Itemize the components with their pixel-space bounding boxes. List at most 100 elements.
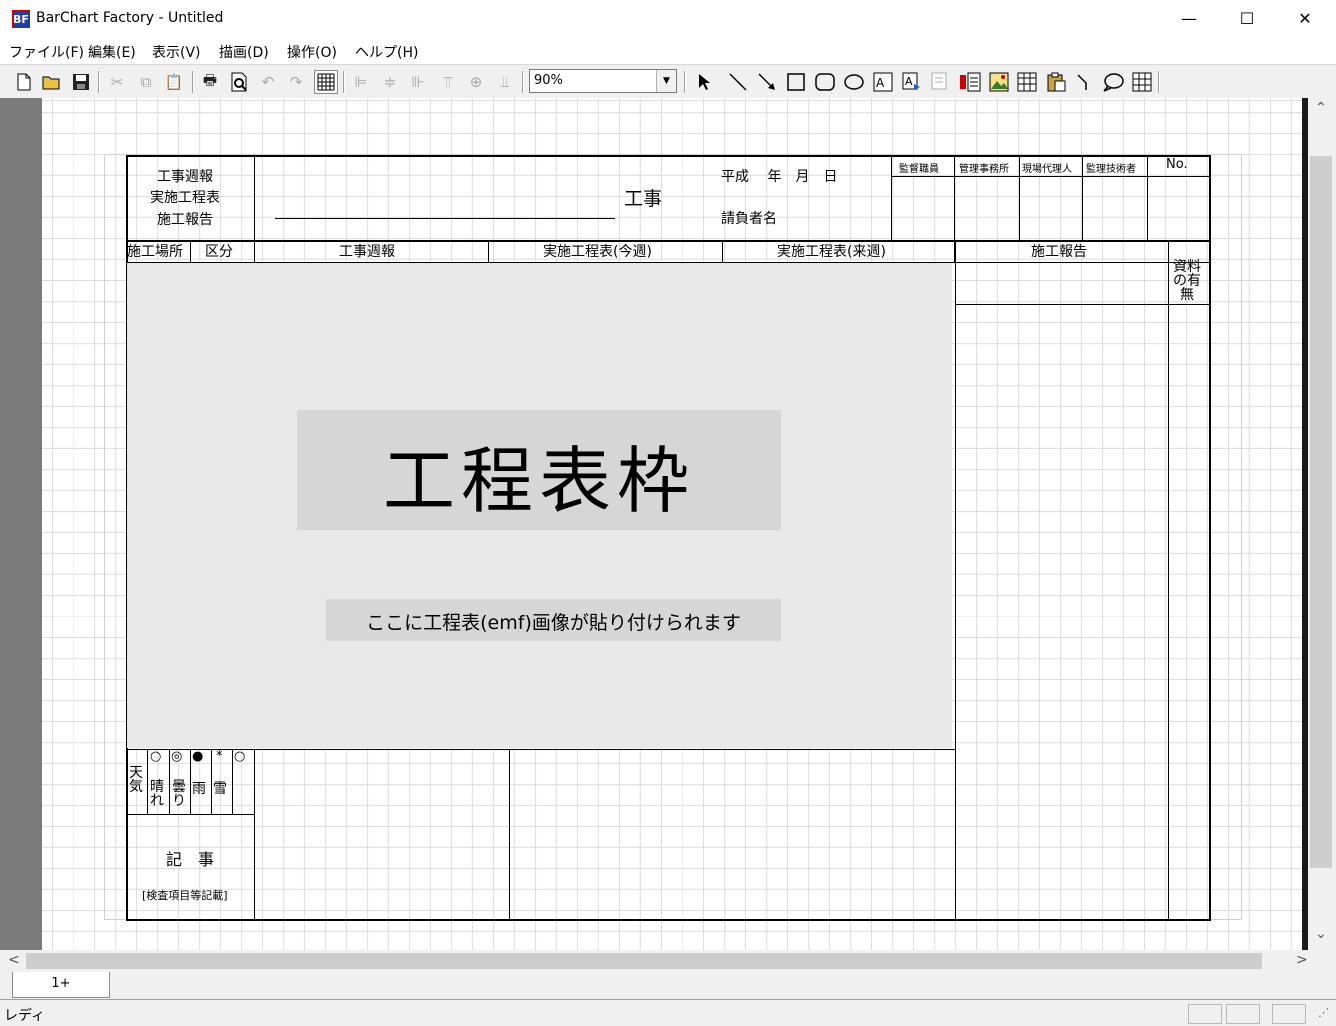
menu-file[interactable]: ファイル(F) [9,42,84,62]
form-line [190,241,191,263]
tab-sheet-1[interactable]: 1+ [12,972,110,998]
horizontal-scrollbar[interactable]: < > [0,950,1308,972]
svg-text:A: A [905,75,913,88]
print-icon[interactable]: 🖶 [198,70,222,94]
sheet-tab-strip: 1+ [0,972,1336,1000]
connector-tool-icon[interactable] [1073,70,1097,94]
zoom-value: 90% [534,73,563,88]
menu-draw[interactable]: 描画(D) [219,42,269,62]
copy-icon[interactable]: ⧉ [134,70,158,94]
scroll-down-icon[interactable]: ⌄ [1315,926,1327,942]
ellipse-tool-icon[interactable] [842,70,866,94]
form-line [509,749,510,921]
emf-placeholder-area[interactable]: 工程表枠 ここに工程表(emf)画像が貼り付けられます [127,263,952,748]
rounded-rect-tool-icon[interactable] [813,70,837,94]
form-line [127,749,956,750]
paste-icon[interactable]: 📋 [162,70,186,94]
select-pointer-icon[interactable] [692,70,716,94]
form-line [955,241,956,921]
text-box-icon[interactable]: A [871,70,895,94]
weather-label: 天気 [129,765,143,795]
undo-icon[interactable]: ↶ [256,70,280,94]
chart-insert-icon[interactable] [958,70,982,94]
align-bottom-icon[interactable]: ⫫ [493,70,517,94]
open-folder-icon[interactable] [40,70,64,94]
text-export-icon[interactable] [929,70,953,94]
status-pane [1188,1004,1222,1024]
menu-edit[interactable]: 編集(E) [88,42,136,62]
document-canvas[interactable]: 工事週報 実施工程表 施工報告 工事 平成 年 月 日 請負者名 監督職員 管理… [42,98,1302,950]
col-location: 施工場所 [127,244,183,260]
maximize-button[interactable]: ☐ [1218,0,1276,38]
menu-operate[interactable]: 操作(O) [287,42,337,62]
emf-subtitle-box: ここに工程表(emf)画像が貼り付けられます [326,599,781,641]
stamp-office: 管理事務所 [959,164,1009,175]
emf-subtitle: ここに工程表(emf)画像が貼り付けられます [366,612,741,634]
menu-view[interactable]: 表示(V) [152,42,201,62]
scroll-left-icon[interactable]: < [8,952,20,968]
koji-underline [275,218,615,219]
weather-rain: 雨 [192,781,206,797]
form-line [488,241,489,263]
status-pane [1272,1004,1306,1024]
status-bar: レディ ⋰ [0,1000,1336,1026]
callout-tool-icon[interactable] [1101,70,1125,94]
form-title-line1: 工事週報 [157,169,213,185]
table-insert-icon[interactable] [1015,70,1039,94]
save-icon[interactable] [69,70,93,94]
align-middle-icon[interactable]: ⊕ [464,70,488,94]
close-button[interactable]: ✕ [1276,0,1334,38]
scroll-up-icon[interactable]: ⌃ [1315,100,1327,116]
image-insert-icon[interactable] [987,70,1011,94]
grid-toggle-icon[interactable] [314,70,338,94]
redo-icon[interactable]: ↷ [284,70,308,94]
stamp-engineer: 監理技術者 [1086,164,1136,175]
number-label: No. [1166,157,1188,172]
cut-icon[interactable]: ✂ [105,70,129,94]
minimize-button[interactable]: — [1160,0,1218,38]
form-line [211,749,212,814]
rectangle-tool-icon[interactable] [784,70,808,94]
col-category: 区分 [205,244,233,260]
form-border-bottom [127,919,1211,921]
print-preview-icon[interactable] [227,70,251,94]
weather-sunny: 晴れ [150,779,164,809]
col-materials-3: 無 [1180,287,1194,303]
left-margin-strip [0,98,42,950]
toolbar-separator [192,71,194,93]
weather-symbol-cloudy: ◎ [171,749,183,764]
vertical-scrollbar[interactable]: ⌃ ⌄ [1308,98,1336,950]
menu-help[interactable]: ヘルプ(H) [355,42,418,62]
resize-grip-icon[interactable]: ⋰ [1318,1006,1329,1019]
horizontal-scroll-thumb[interactable] [26,953,1262,969]
text-import-icon[interactable]: A [900,70,924,94]
stamp-supervisor: 監督職員 [899,164,939,175]
align-top-icon[interactable]: ⫪ [436,70,460,94]
form-line [891,176,1210,177]
line-tool-icon[interactable] [726,70,750,94]
align-right-icon[interactable]: ⊪ [406,70,430,94]
form-line [127,814,255,815]
clipboard-paste-icon[interactable] [1044,70,1068,94]
scroll-right-icon[interactable]: > [1296,952,1308,968]
arrow-tool-icon[interactable] [755,70,779,94]
align-left-icon[interactable]: ⊫ [349,70,373,94]
form-line [1019,155,1020,241]
stamp-site-agent: 現場代理人 [1022,164,1072,175]
align-center-icon[interactable]: ≑ [378,70,402,94]
toolbar-separator [1158,71,1160,93]
chevron-down-icon[interactable]: ▼ [656,70,676,92]
zoom-select[interactable]: 90% ▼ [529,69,677,93]
form-line [722,241,723,263]
form-line [1147,155,1148,241]
emf-title: 工程表枠 [382,439,695,523]
grid-table-icon[interactable] [1130,70,1154,94]
new-file-icon[interactable] [12,70,36,94]
col-next-week: 実施工程表(来週) [777,244,886,260]
form-line [254,155,255,263]
form-line [254,749,255,921]
toolbar-separator [522,71,524,93]
date-label: 平成 年 月 日 [721,169,838,185]
weather-symbol-snow: * [216,749,223,764]
vertical-scroll-thumb[interactable] [1310,156,1332,868]
